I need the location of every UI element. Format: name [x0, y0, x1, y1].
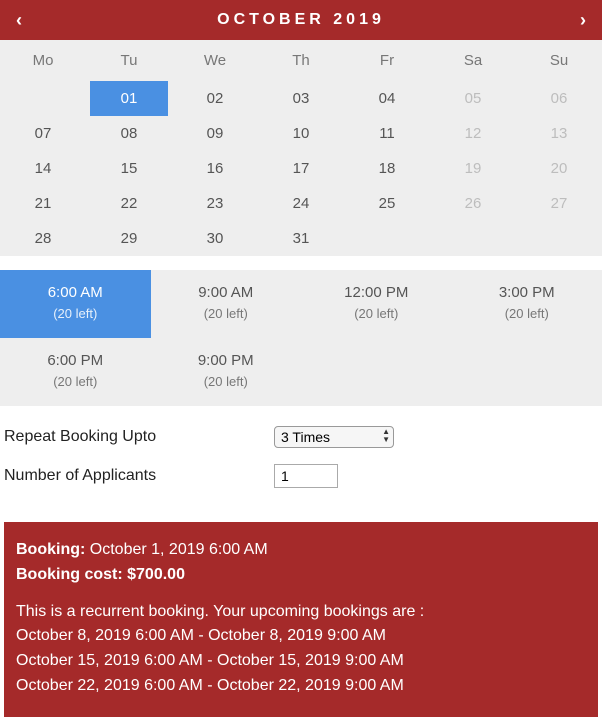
form-area: Repeat Booking Upto 3 Times ▲▼ Number of…	[0, 406, 602, 522]
calendar-day[interactable]: 18	[344, 151, 430, 186]
calendar-day[interactable]: 23	[172, 186, 258, 221]
calendar-day[interactable]: 28	[0, 221, 86, 256]
upcoming-item: October 8, 2019 6:00 AM - October 8, 201…	[16, 624, 586, 649]
timeslot[interactable]: 12:00 PM (20 left)	[301, 270, 452, 338]
calendar-day[interactable]: 15	[86, 151, 172, 186]
calendar-day	[344, 221, 430, 256]
calendar-day[interactable]: 07	[0, 116, 86, 151]
timeslot-availability: (20 left)	[53, 306, 97, 321]
timeslot-time: 9:00 AM	[155, 284, 298, 301]
recurrent-text: This is a recurrent booking. Your upcomi…	[16, 600, 586, 625]
calendar-day	[430, 221, 516, 256]
applicants-input[interactable]	[274, 464, 338, 488]
timeslot[interactable]: 6:00 PM (20 left)	[0, 338, 151, 406]
calendar-dow: We	[172, 40, 258, 81]
calendar-day: 26	[430, 186, 516, 221]
calendar-day: 19	[430, 151, 516, 186]
calendar-dow: Th	[258, 40, 344, 81]
timeslot[interactable]: 9:00 PM (20 left)	[151, 338, 302, 406]
calendar-day: 27	[516, 186, 602, 221]
calendar-day[interactable]: 21	[0, 186, 86, 221]
calendar-day[interactable]: 29	[86, 221, 172, 256]
timeslot-time: 3:00 PM	[456, 284, 599, 301]
calendar-title: OCTOBER 2019	[22, 11, 580, 29]
calendar-dow: Tu	[86, 40, 172, 81]
calendar-day[interactable]: 16	[172, 151, 258, 186]
timeslot-availability: (20 left)	[505, 306, 549, 321]
cost-value: $700.00	[127, 566, 185, 583]
calendar-day[interactable]: 01	[90, 81, 168, 116]
calendar-day[interactable]: 11	[344, 116, 430, 151]
timeslot[interactable]: 6:00 AM (20 left)	[0, 270, 151, 338]
calendar-header: ‹ OCTOBER 2019 ›	[0, 0, 602, 40]
timeslot-availability: (20 left)	[354, 306, 398, 321]
timeslot-time: 9:00 PM	[155, 352, 298, 369]
timeslot-availability: (20 left)	[204, 374, 248, 389]
calendar-day: 12	[430, 116, 516, 151]
timeslot-time: 6:00 PM	[4, 352, 147, 369]
applicants-label: Number of Applicants	[4, 467, 274, 485]
calendar-dow: Mo	[0, 40, 86, 81]
timeslot[interactable]: 3:00 PM (20 left)	[452, 270, 602, 338]
calendar-day[interactable]: 31	[258, 221, 344, 256]
calendar-day[interactable]: 10	[258, 116, 344, 151]
repeat-select[interactable]: 3 Times	[274, 426, 394, 448]
calendar-day	[516, 221, 602, 256]
booking-summary: Booking: October 1, 2019 6:00 AM Booking…	[4, 522, 598, 717]
booking-value: October 1, 2019 6:00 AM	[90, 541, 268, 558]
calendar-day[interactable]: 17	[258, 151, 344, 186]
calendar-day[interactable]: 03	[258, 81, 344, 116]
calendar-grid: MoTuWeThFrSaSu 0102030405060708091011121…	[0, 40, 602, 256]
calendar-day[interactable]: 30	[172, 221, 258, 256]
timeslot-time: 12:00 PM	[305, 284, 448, 301]
calendar-day[interactable]: 14	[0, 151, 86, 186]
upcoming-list: October 8, 2019 6:00 AM - October 8, 201…	[16, 624, 586, 698]
calendar-day[interactable]: 02	[172, 81, 258, 116]
upcoming-item: October 22, 2019 6:00 AM - October 22, 2…	[16, 674, 586, 699]
timeslot-grid: 6:00 AM(20 left)9:00 AM(20 left)12:00 PM…	[0, 270, 602, 406]
calendar-day[interactable]: 24	[258, 186, 344, 221]
calendar-day: 13	[516, 116, 602, 151]
calendar-day: 05	[430, 81, 516, 116]
calendar-day: 06	[516, 81, 602, 116]
calendar-day[interactable]: 25	[344, 186, 430, 221]
calendar-day: 20	[516, 151, 602, 186]
calendar-day[interactable]: 08	[86, 116, 172, 151]
timeslot[interactable]: 9:00 AM (20 left)	[151, 270, 302, 338]
calendar-day[interactable]: 22	[86, 186, 172, 221]
timeslot-availability: (20 left)	[204, 306, 248, 321]
calendar-dow: Fr	[344, 40, 430, 81]
calendar-day	[0, 81, 86, 116]
calendar-day[interactable]: 04	[344, 81, 430, 116]
upcoming-item: October 15, 2019 6:00 AM - October 15, 2…	[16, 649, 586, 674]
timeslot-availability: (20 left)	[53, 374, 97, 389]
calendar-day[interactable]: 09	[172, 116, 258, 151]
calendar-dow-row: MoTuWeThFrSaSu	[0, 40, 602, 81]
next-month-icon[interactable]: ›	[580, 10, 586, 31]
calendar-dow: Su	[516, 40, 602, 81]
booking-label: Booking:	[16, 541, 85, 558]
timeslot-time: 6:00 AM	[4, 284, 147, 301]
cost-label: Booking cost:	[16, 566, 123, 583]
repeat-label: Repeat Booking Upto	[4, 428, 274, 446]
calendar-dow: Sa	[430, 40, 516, 81]
